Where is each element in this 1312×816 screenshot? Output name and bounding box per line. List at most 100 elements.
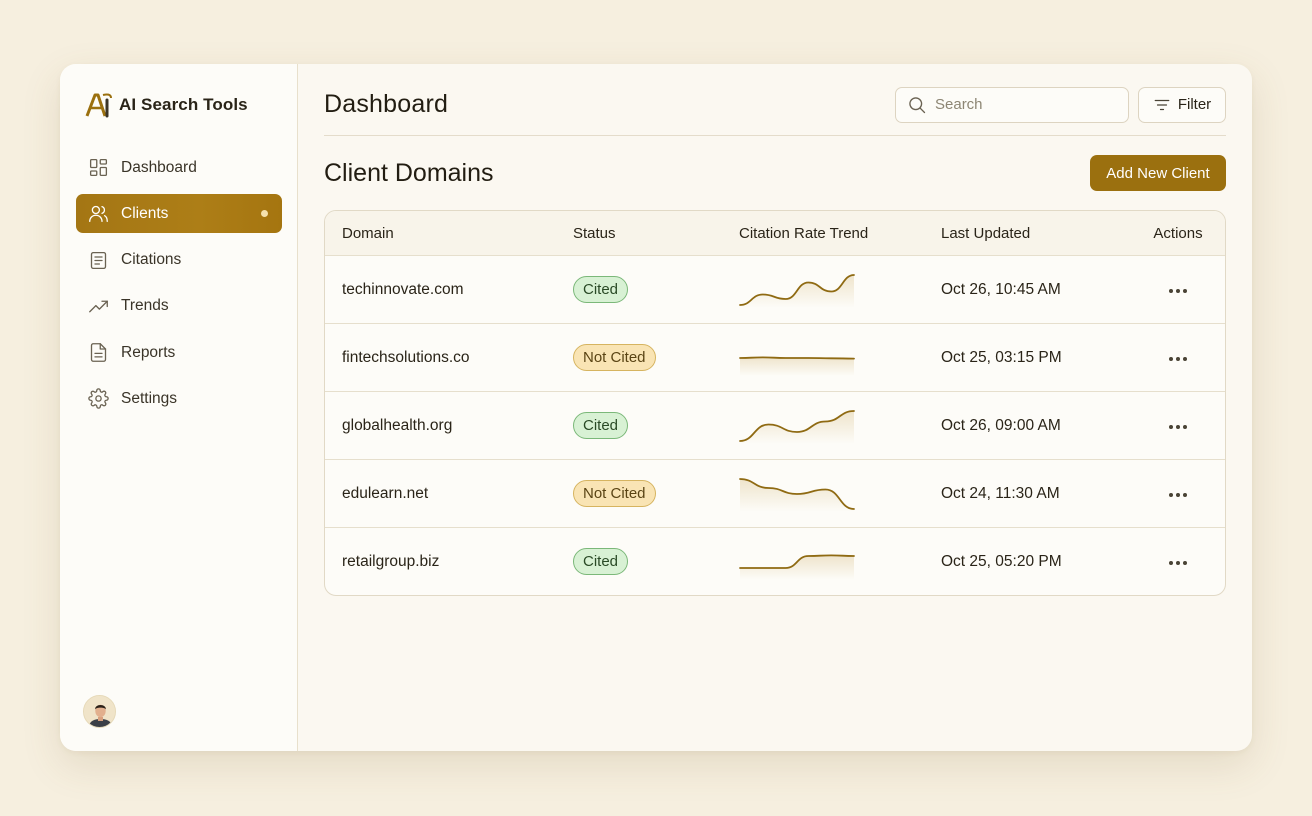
last-updated-cell: Oct 25, 05:20 PM xyxy=(941,552,1062,570)
domain-cell[interactable]: globalhealth.org xyxy=(325,417,573,435)
actions-cell xyxy=(1137,484,1225,503)
search-icon xyxy=(909,96,926,113)
dashboard-icon xyxy=(88,157,109,178)
table-row[interactable]: globalhealth.org Cited Oct 26, 09:00 AM xyxy=(325,391,1225,459)
column-header-actions: Actions xyxy=(1153,224,1203,242)
more-dot xyxy=(1183,493,1187,497)
citation-trend-sparkline xyxy=(739,409,855,444)
trend-cell xyxy=(739,544,941,580)
citation-trend-sparkline xyxy=(739,553,855,580)
filter-button[interactable]: Filter xyxy=(1138,86,1226,123)
domain-cell[interactable]: fintechsolutions.co xyxy=(325,349,573,367)
section-header: Client Domains Add New Client xyxy=(324,155,1226,191)
table-header-row: Domain Status Citation Rate Trend Last U… xyxy=(325,211,1225,255)
more-options-icon[interactable] xyxy=(1163,555,1193,571)
brand[interactable]: AI Search Tools xyxy=(85,92,248,118)
citation-trend-sparkline xyxy=(739,273,855,308)
more-options-icon[interactable] xyxy=(1163,283,1193,299)
search-box[interactable] xyxy=(895,86,1129,123)
sidebar-item-dashboard[interactable]: Dashboard xyxy=(76,148,282,187)
sidebar-item-label: Settings xyxy=(121,389,178,407)
file-report-icon xyxy=(88,342,109,363)
sidebar-nav: Dashboard Clients Citations Trends Repor… xyxy=(76,148,282,426)
column-header-status[interactable]: Status xyxy=(573,225,739,242)
more-options-icon[interactable] xyxy=(1163,487,1193,503)
more-dot xyxy=(1169,493,1173,497)
more-dot xyxy=(1176,289,1180,293)
status-badge: Cited xyxy=(573,276,629,303)
sidebar-item-label: Reports xyxy=(121,343,176,361)
client-domains-table: Domain Status Citation Rate Trend Last U… xyxy=(324,210,1226,596)
gear-icon xyxy=(88,388,109,410)
filter-label: Filter xyxy=(1177,96,1212,113)
sidebar-item-settings[interactable]: Settings xyxy=(76,379,282,418)
sparkline-area xyxy=(740,356,854,376)
sidebar-item-citations[interactable]: Citations xyxy=(76,241,282,280)
last-updated-cell: Oct 24, 11:30 AM xyxy=(941,484,1060,502)
status-cell: Not Cited xyxy=(573,344,739,371)
main-content: Dashboard Filter Client Domains Add New … xyxy=(298,64,1252,751)
sparkline-area xyxy=(740,410,854,444)
sidebar: AI Search Tools Dashboard Clients Citati… xyxy=(60,64,298,751)
add-new-client-button[interactable]: Add New Client xyxy=(1090,155,1226,191)
status-badge: Not Cited xyxy=(573,480,656,507)
citation-trend-sparkline xyxy=(739,355,855,376)
last-updated-cell: Oct 26, 09:00 AM xyxy=(941,416,1061,434)
more-dot xyxy=(1169,425,1173,429)
more-options-icon[interactable] xyxy=(1163,419,1193,435)
sidebar-item-label: Citations xyxy=(121,251,182,269)
trend-cell xyxy=(739,340,941,376)
page-title: Dashboard xyxy=(324,90,449,118)
section-title: Client Domains xyxy=(324,158,494,187)
status-cell: Cited xyxy=(573,548,739,575)
sidebar-item-reports[interactable]: Reports xyxy=(76,333,282,372)
document-list-icon xyxy=(88,250,109,271)
status-badge: Cited xyxy=(573,412,629,439)
table-body: techinnovate.com Cited Oct 26, 10:45 AM fin… xyxy=(325,255,1225,595)
column-header-domain[interactable]: Domain xyxy=(325,225,573,242)
more-dot xyxy=(1176,561,1180,565)
domain-cell[interactable]: edulearn.net xyxy=(325,485,573,503)
search-input[interactable] xyxy=(935,96,1115,113)
trend-cell xyxy=(739,476,941,512)
sidebar-item-label: Dashboard xyxy=(121,158,197,176)
sidebar-item-trends[interactable]: Trends xyxy=(76,287,282,326)
column-header-trend[interactable]: Citation Rate Trend xyxy=(739,225,941,242)
ai-logo-icon xyxy=(85,93,112,118)
status-cell: Cited xyxy=(573,276,739,303)
top-actions: Filter xyxy=(895,86,1226,123)
domain-cell[interactable]: retailgroup.biz xyxy=(325,553,573,571)
filter-icon xyxy=(1154,99,1170,110)
more-dot xyxy=(1176,357,1180,361)
more-dot xyxy=(1183,289,1187,293)
sidebar-item-label: Clients xyxy=(121,204,169,222)
topbar: Dashboard Filter xyxy=(324,64,1226,136)
actions-cell xyxy=(1137,416,1225,435)
status-cell: Not Cited xyxy=(573,480,739,507)
more-dot xyxy=(1176,493,1180,497)
table-row[interactable]: fintechsolutions.co Not Cited Oct 25, 03:1… xyxy=(325,323,1225,391)
table-row[interactable]: techinnovate.com Cited Oct 26, 10:45 AM xyxy=(325,255,1225,323)
more-dot xyxy=(1169,289,1173,293)
more-options-icon[interactable] xyxy=(1163,351,1193,367)
more-dot xyxy=(1183,561,1187,565)
actions-cell xyxy=(1137,280,1225,299)
sidebar-item-label: Trends xyxy=(121,297,169,315)
citation-trend-sparkline xyxy=(739,477,855,512)
table-row[interactable]: retailgroup.biz Cited Oct 25, 05:20 PM xyxy=(325,527,1225,595)
sidebar-item-clients[interactable]: Clients xyxy=(76,194,282,234)
app-name: AI Search Tools xyxy=(119,95,248,114)
actions-cell xyxy=(1137,552,1225,571)
app-window: AI Search Tools Dashboard Clients Citati… xyxy=(60,64,1252,751)
last-updated-cell: Oct 26, 10:45 AM xyxy=(941,280,1061,298)
status-badge: Cited xyxy=(573,548,629,575)
trend-cell xyxy=(739,408,941,444)
column-header-last-updated[interactable]: Last Updated xyxy=(941,225,1137,242)
more-dot xyxy=(1176,425,1180,429)
user-avatar[interactable] xyxy=(83,695,116,728)
table-row[interactable]: edulearn.net Not Cited Oct 24, 11:30 AM xyxy=(325,459,1225,527)
more-dot xyxy=(1183,425,1187,429)
users-icon xyxy=(88,203,109,224)
domain-cell[interactable]: techinnovate.com xyxy=(325,281,573,299)
more-dot xyxy=(1183,357,1187,361)
